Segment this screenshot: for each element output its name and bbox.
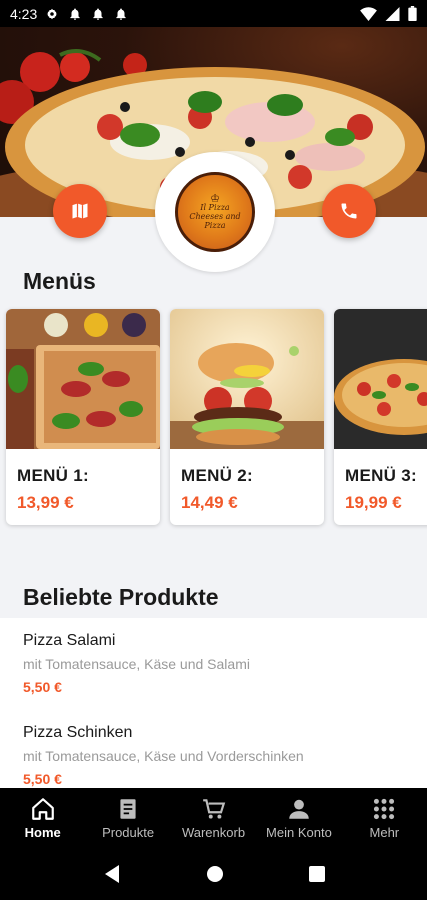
status-bar: 4:23 — [0, 0, 427, 27]
map-icon — [72, 203, 88, 219]
home-icon — [31, 798, 54, 820]
product-price: 5,50 € — [23, 771, 62, 787]
nav-home[interactable]: Home — [0, 788, 85, 848]
product-item[interactable]: Pizza Salami mit Tomatensauce, Käse und … — [23, 632, 250, 695]
product-list: Pizza Salami mit Tomatensauce, Käse und … — [0, 618, 427, 788]
nav-products[interactable]: Produkte — [85, 788, 170, 848]
menu-title: MENÜ 1: — [17, 466, 89, 485]
menu-1-image — [6, 309, 160, 449]
receipt-icon — [120, 799, 136, 819]
nav-more-label: Mehr — [369, 825, 400, 840]
product-name: Pizza Salami — [23, 632, 116, 649]
map-button[interactable] — [53, 184, 107, 238]
menu-title: MENÜ 3: — [345, 466, 417, 485]
menu-price: 13,99 € — [17, 493, 74, 512]
menu-card-2[interactable]: MENÜ 2: 14,49 € — [170, 309, 324, 525]
menu-card-3[interactable]: MENÜ 3: 19,99 € — [334, 309, 427, 525]
product-name: Pizza Schinken — [23, 724, 133, 741]
bottom-navigation: Home Produkte Warenkorb Mein Konto Mehr — [0, 788, 427, 848]
wifi-icon — [360, 6, 377, 21]
nav-more[interactable]: Mehr — [342, 788, 427, 848]
cart-icon — [202, 799, 225, 819]
bell-icon — [116, 7, 126, 20]
product-description: mit Tomatensauce, Käse und Salami — [23, 656, 250, 672]
popular-title: Beliebte Produkte — [23, 584, 219, 610]
restaurant-logo: ♔ Il Pizza Cheeses and Pizza — [155, 152, 275, 272]
back-icon[interactable] — [103, 864, 121, 884]
phone-icon — [341, 203, 357, 219]
menu-card-1[interactable]: MENÜ 1: 13,99 € — [6, 309, 160, 525]
menu-2-image — [170, 309, 324, 449]
menus-title: Menüs — [23, 268, 96, 294]
nav-products-label: Produkte — [102, 825, 155, 840]
gear-icon — [47, 8, 58, 19]
product-item[interactable]: Pizza Schinken mit Tomatensauce, Käse un… — [23, 724, 304, 787]
person-icon — [289, 799, 309, 819]
nav-account-label: Mein Konto — [266, 825, 332, 840]
logo-badge: ♔ Il Pizza Cheeses and Pizza — [175, 172, 255, 252]
phone-button[interactable] — [322, 184, 376, 238]
status-time: 4:23 — [10, 5, 38, 22]
menu-title: MENÜ 2: — [181, 466, 253, 485]
system-navigation — [0, 848, 427, 900]
menu-3-image — [334, 309, 427, 449]
grid-icon — [374, 798, 395, 820]
menu-price: 14,49 € — [181, 493, 238, 512]
signal-icon — [385, 6, 400, 21]
menu-price: 19,99 € — [345, 493, 402, 512]
home-circle-icon[interactable] — [206, 865, 224, 883]
product-price: 5,50 € — [23, 679, 62, 695]
logo-text: Il Pizza Cheeses and Pizza — [189, 203, 241, 230]
nav-home-label: Home — [24, 825, 61, 840]
battery-icon — [408, 6, 417, 21]
bell-icon — [93, 7, 103, 20]
recents-icon[interactable] — [308, 866, 325, 882]
bell-icon — [70, 7, 80, 20]
nav-cart[interactable]: Warenkorb — [171, 788, 256, 848]
nav-account[interactable]: Mein Konto — [256, 788, 341, 848]
product-description: mit Tomatensauce, Käse und Vorderschinke… — [23, 748, 304, 764]
nav-cart-label: Warenkorb — [181, 825, 246, 840]
